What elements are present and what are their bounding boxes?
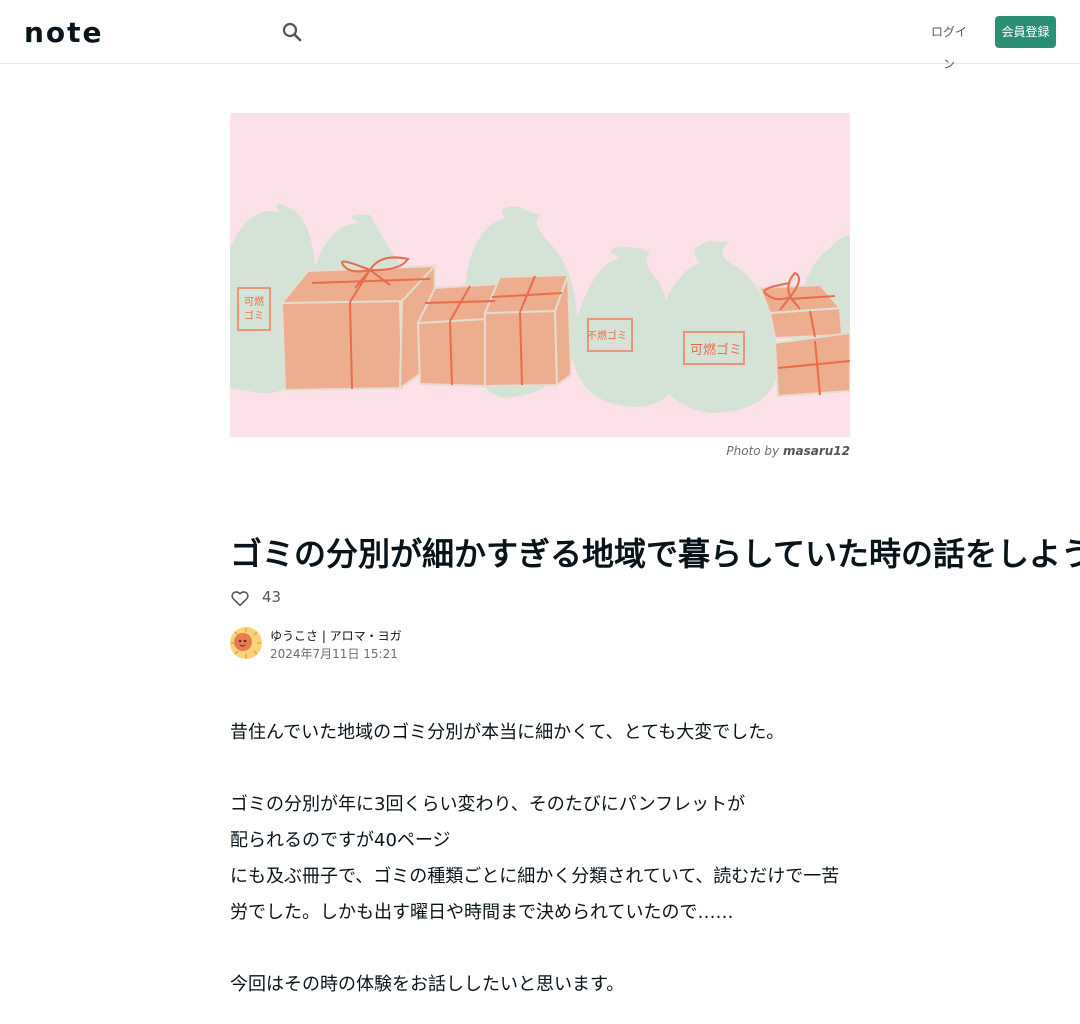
author-name[interactable]: ゆうこさ | アロマ・ヨガ: [270, 628, 402, 644]
paragraph: ゴミの分別が年に3回くらい変わり、そのたびにパンフレットが: [230, 794, 746, 815]
login-link[interactable]: ログイン: [926, 16, 972, 71]
svg-text:可燃ゴミ: 可燃ゴミ: [690, 342, 742, 358]
heart-icon[interactable]: [230, 588, 250, 608]
paragraph: 昔住んでいた地域のゴミ分別が本当に細かくて、とても大変でした。: [230, 722, 785, 743]
search-icon[interactable]: [280, 20, 304, 44]
credit-author-link[interactable]: masaru12: [783, 444, 850, 458]
author-avatar[interactable]: [230, 627, 262, 659]
svg-text:可燃: 可燃: [244, 295, 264, 308]
site-header: note ログイン 会員登録: [0, 0, 1080, 71]
photo-credit: Photo by masaru12: [630, 444, 850, 458]
svg-text:ゴミ: ゴミ: [244, 309, 264, 322]
article-title: ゴミの分別が細かすぎる地域で暮らしていた時の話をしよう: [230, 535, 1080, 573]
credit-prefix: Photo by: [726, 444, 780, 458]
paragraph: にも及ぶ冊子で、ゴミの種類ごとに細かく分類されていて、読むだけで一苦労でした。し…: [230, 866, 840, 923]
svg-text:note: note: [24, 20, 104, 46]
article-body: 昔住んでいた地域のゴミ分別が本当に細かくて、とても大変でした。 ゴミの分別が年に…: [230, 715, 850, 1003]
paragraph: 今回はその時の体験をお話ししたいと思います。: [230, 974, 625, 995]
svg-text:不燃ゴミ: 不燃ゴミ: [587, 329, 627, 342]
like-count: 43: [262, 588, 282, 606]
paragraph: 配られるのですが40ページ: [230, 830, 451, 851]
signup-button[interactable]: 会員登録: [995, 16, 1056, 48]
note-logo[interactable]: note: [24, 20, 124, 46]
hero-image: 可燃 ゴミ 不燃ゴミ 可燃ゴミ: [230, 113, 850, 437]
publish-date: 2024年7月11日 15:21: [270, 647, 398, 661]
